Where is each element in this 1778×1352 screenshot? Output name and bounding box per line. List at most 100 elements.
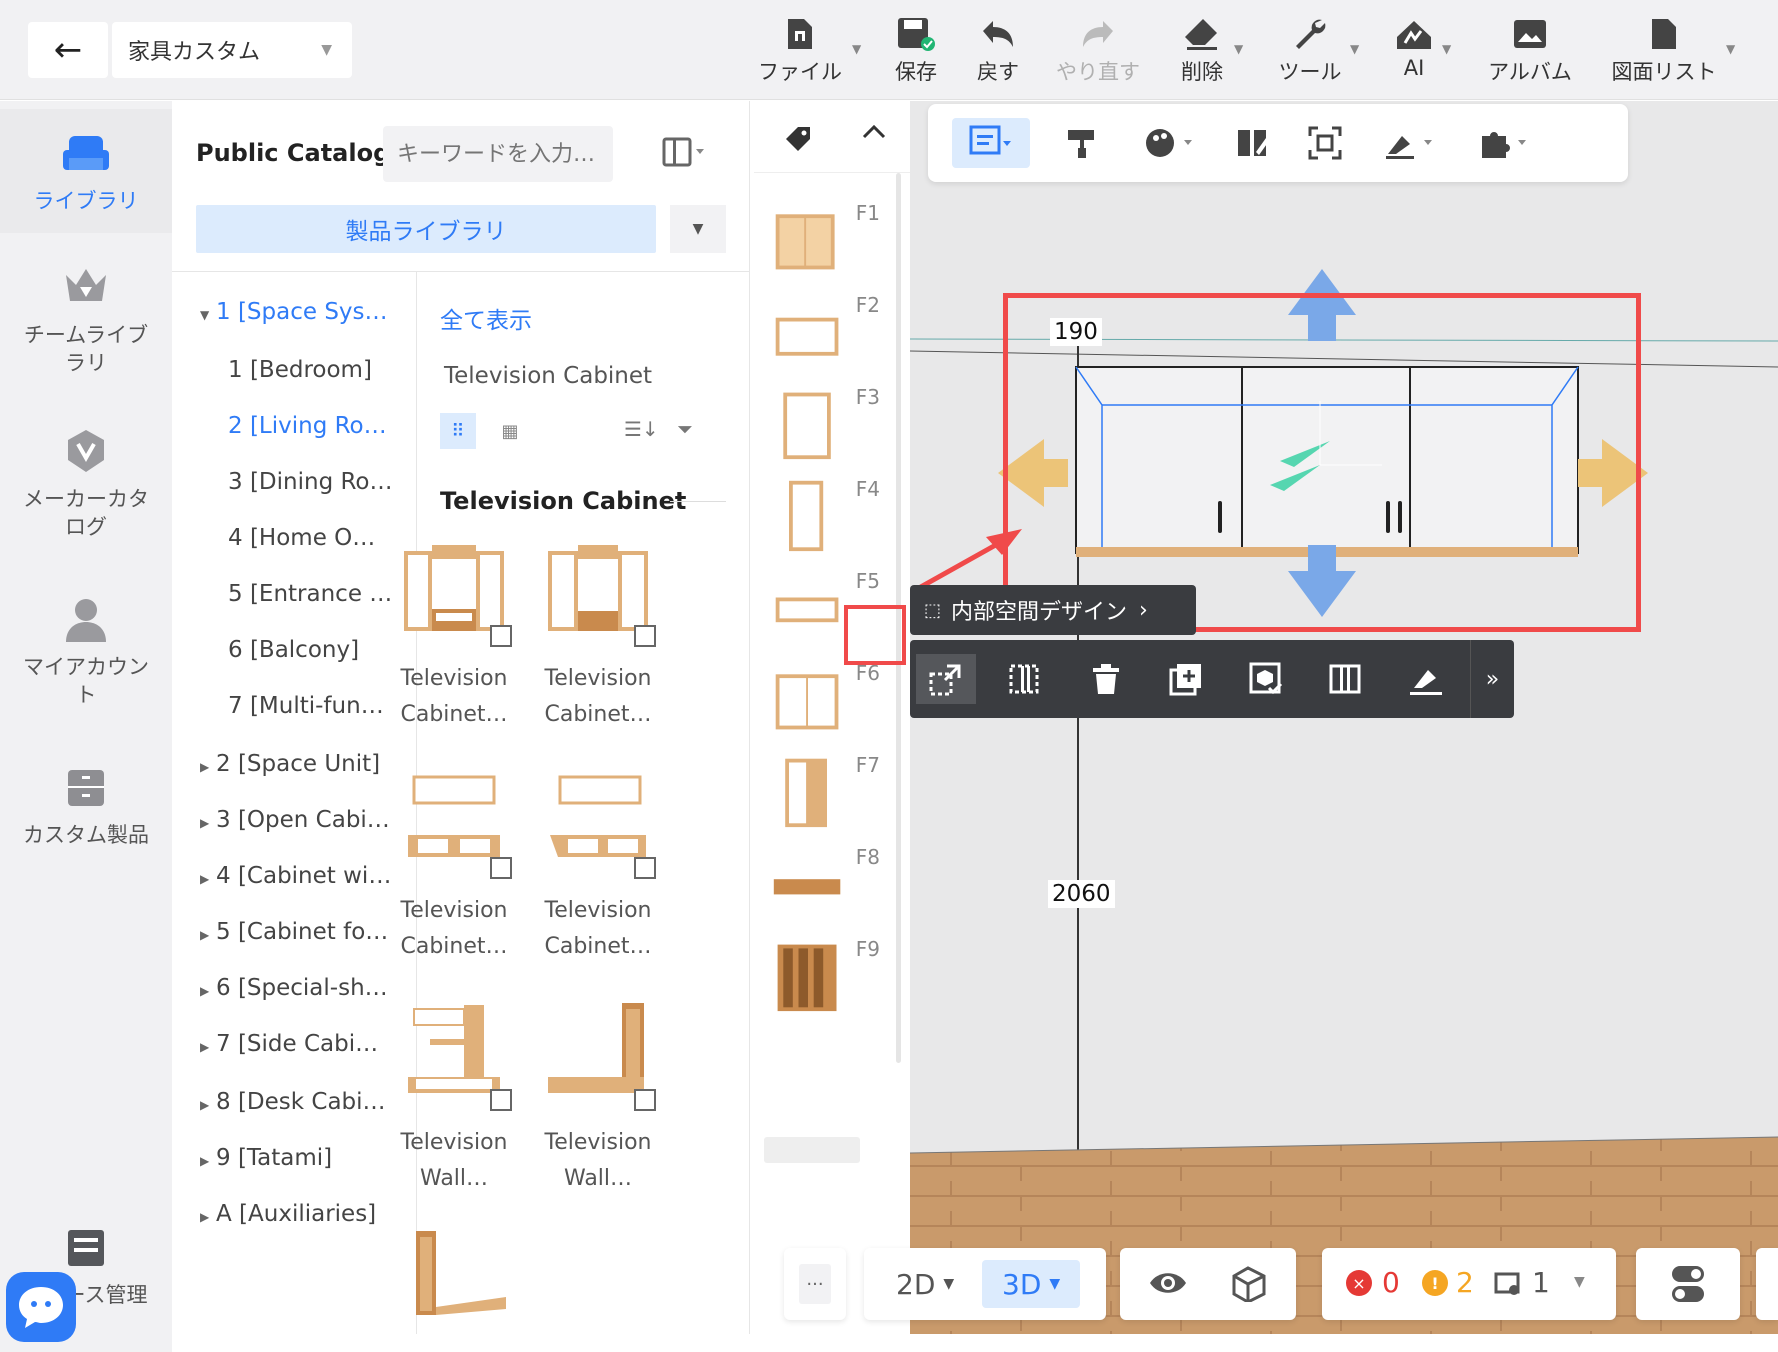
category-tree-item[interactable]: ▶ 4 [Cabinet wi… (200, 863, 410, 889)
copy-add-icon[interactable] (1156, 654, 1216, 704)
category-label: 5 [Entrance … (228, 581, 393, 607)
inspect-icon[interactable] (1236, 654, 1296, 704)
more-label: ··· (799, 1264, 831, 1304)
cube-icon[interactable] (1230, 1264, 1268, 1306)
resize-icon[interactable] (916, 654, 976, 704)
rail-item-custom-products[interactable]: カスタム製品 (0, 761, 172, 861)
horizontal-scrollbar[interactable] (764, 1137, 860, 1163)
floor-label: F4 (855, 477, 880, 501)
save-button[interactable]: 保存 (880, 12, 952, 90)
edit-panel-icon[interactable] (1228, 118, 1278, 168)
settings-toggle-button[interactable] (1636, 1248, 1740, 1320)
filter-icon[interactable]: ⏷ (677, 417, 693, 441)
inner-space-design-button[interactable]: ⬚ 内部空間デザイン › (910, 585, 1196, 635)
floor-item-f9[interactable]: F9 (764, 929, 888, 1015)
rail-item-library[interactable]: ライブラリ (0, 109, 172, 233)
product-name-line2: Cabinet… (400, 934, 508, 959)
product-card[interactable]: Television Wall… (394, 995, 514, 1197)
category-tree-item[interactable]: 2 [Living Ro… (228, 413, 438, 439)
eye-icon[interactable] (1148, 1266, 1188, 1304)
chat-button[interactable] (6, 1272, 76, 1342)
product-card[interactable]: Television Cabinet… (538, 763, 658, 965)
floor-thumbnail (775, 674, 839, 730)
status-group[interactable]: × 0 ! 2 1 ▼ (1322, 1248, 1616, 1320)
floor-item-f8[interactable]: F8 (764, 837, 888, 923)
chevron-up-icon[interactable] (860, 121, 888, 147)
plugin-icon[interactable] (1468, 118, 1538, 168)
focus-frame-icon[interactable] (1300, 118, 1350, 168)
grid-view-small-icon[interactable]: ⠿ (440, 413, 476, 449)
select-mode-icon[interactable] (952, 118, 1030, 168)
product-card[interactable] (394, 1225, 514, 1325)
floor-item-f3[interactable]: F3 (764, 377, 888, 463)
tab-product-library[interactable]: 製品ライブラリ (196, 205, 656, 253)
floor-item-f7[interactable]: F7 (764, 745, 888, 831)
category-tree-item[interactable]: ▶ 5 [Cabinet fo… (200, 919, 410, 945)
material-palette-icon[interactable] (1134, 118, 1204, 168)
product-name-line2: Cabinet… (544, 702, 652, 727)
file-menu-button[interactable]: ファイル (752, 12, 848, 90)
view-3d-button[interactable]: 3D ▼ (982, 1260, 1081, 1308)
search-input[interactable] (383, 126, 613, 182)
chevron-down-icon[interactable]: ▼ (1726, 42, 1735, 56)
back-button[interactable]: ← (28, 22, 108, 78)
tag-icon[interactable] (784, 125, 814, 161)
ai-button[interactable]: AI (1384, 12, 1444, 90)
category-tree-item[interactable]: ▶ 9 [Tatami] (200, 1145, 410, 1171)
product-card[interactable]: Television Cabinet… (538, 531, 658, 733)
delete-button[interactable]: 削除 (1164, 12, 1240, 90)
divider-icon[interactable] (1316, 654, 1376, 704)
category-tree-item[interactable]: ▶ 3 [Open Cabi… (200, 807, 410, 833)
chevron-down-icon[interactable]: ▼ (852, 42, 861, 56)
sort-icon[interactable]: ☰↓ (624, 417, 659, 441)
paint-roller-icon[interactable] (1058, 118, 1108, 168)
caret-right-icon: ▶ (200, 1210, 210, 1224)
brush-icon[interactable] (1396, 654, 1456, 704)
error-count: 0 (1382, 1266, 1400, 1299)
product-thumbnail (394, 763, 514, 881)
category-tree-item[interactable]: 3 [Dining Ro… (228, 469, 438, 495)
rail-item-my-account[interactable]: マイアカウント (0, 593, 172, 723)
category-tree-item[interactable]: ▶ 8 [Desk Cabi… (200, 1089, 410, 1115)
floor-item-f2[interactable]: F2 (764, 285, 888, 371)
view-2d-button[interactable]: 2D ▼ (876, 1260, 974, 1308)
library-dropdown-button[interactable]: ▼ (670, 205, 726, 253)
category-tree-item[interactable]: ▶ 2 [Space Unit] (200, 751, 410, 777)
layout-toggle-button[interactable] (662, 137, 706, 172)
category-tree-item[interactable]: ▶ A [Auxiliaries] (200, 1201, 410, 1227)
product-name-line1: Television (544, 666, 652, 691)
floor-item-f6[interactable]: F6 (764, 653, 888, 739)
show-all-link[interactable]: 全て表示 (440, 301, 532, 335)
category-label: A [Auxiliaries] (216, 1201, 377, 1227)
category-tree-item[interactable]: 1 [Bedroom] (228, 357, 438, 383)
chevron-down-icon[interactable]: ▼ (1234, 42, 1243, 56)
grid-view-large-icon[interactable]: ▦ (492, 413, 528, 449)
category-tree-item[interactable]: ▶ 7 [Side Cabi… (200, 1031, 410, 1057)
category-label: 3 [Dining Ro… (228, 469, 393, 495)
split-icon[interactable] (996, 654, 1056, 704)
redo-button[interactable]: やり直す (1048, 12, 1148, 90)
subcategory-label[interactable]: Television Cabinet (444, 363, 652, 389)
chevron-down-icon[interactable]: ▼ (1442, 42, 1451, 56)
category-tree-item[interactable]: ▼ 1 [Space Sys… (200, 299, 410, 325)
product-card[interactable]: Television Cabinet… (394, 763, 514, 965)
undo-button[interactable]: 戻す (962, 12, 1034, 90)
category-tree-item[interactable]: ▶ 6 [Special-sh… (200, 975, 410, 1001)
product-card[interactable]: Television Cabinet… (394, 531, 514, 733)
project-select[interactable]: 家具カスタム ▼ (112, 22, 352, 78)
rail-item-maker-catalog[interactable]: メーカーカタログ (0, 425, 172, 555)
drawing-list-button[interactable]: 図面リスト (1602, 12, 1726, 90)
album-button[interactable]: アルバム (1480, 12, 1580, 90)
trash-icon[interactable] (1076, 654, 1136, 704)
more-options-button[interactable]: ··· (784, 1248, 846, 1320)
product-card[interactable]: Television Wall… (538, 995, 658, 1197)
more-actions-icon[interactable]: » (1470, 640, 1514, 718)
measure-brush-icon[interactable] (1374, 118, 1444, 168)
tools-button[interactable]: ツール (1262, 12, 1358, 90)
rail-item-team-library[interactable]: チームライブラリ (0, 261, 172, 391)
chevron-down-icon[interactable]: ▼ (1350, 42, 1359, 56)
section-title: Television Cabinet (440, 487, 687, 515)
floor-item-f1[interactable]: F1 (764, 193, 888, 279)
category-label: 2 [Space Unit] (216, 751, 381, 777)
floor-item-f4[interactable]: F4 (764, 469, 888, 555)
